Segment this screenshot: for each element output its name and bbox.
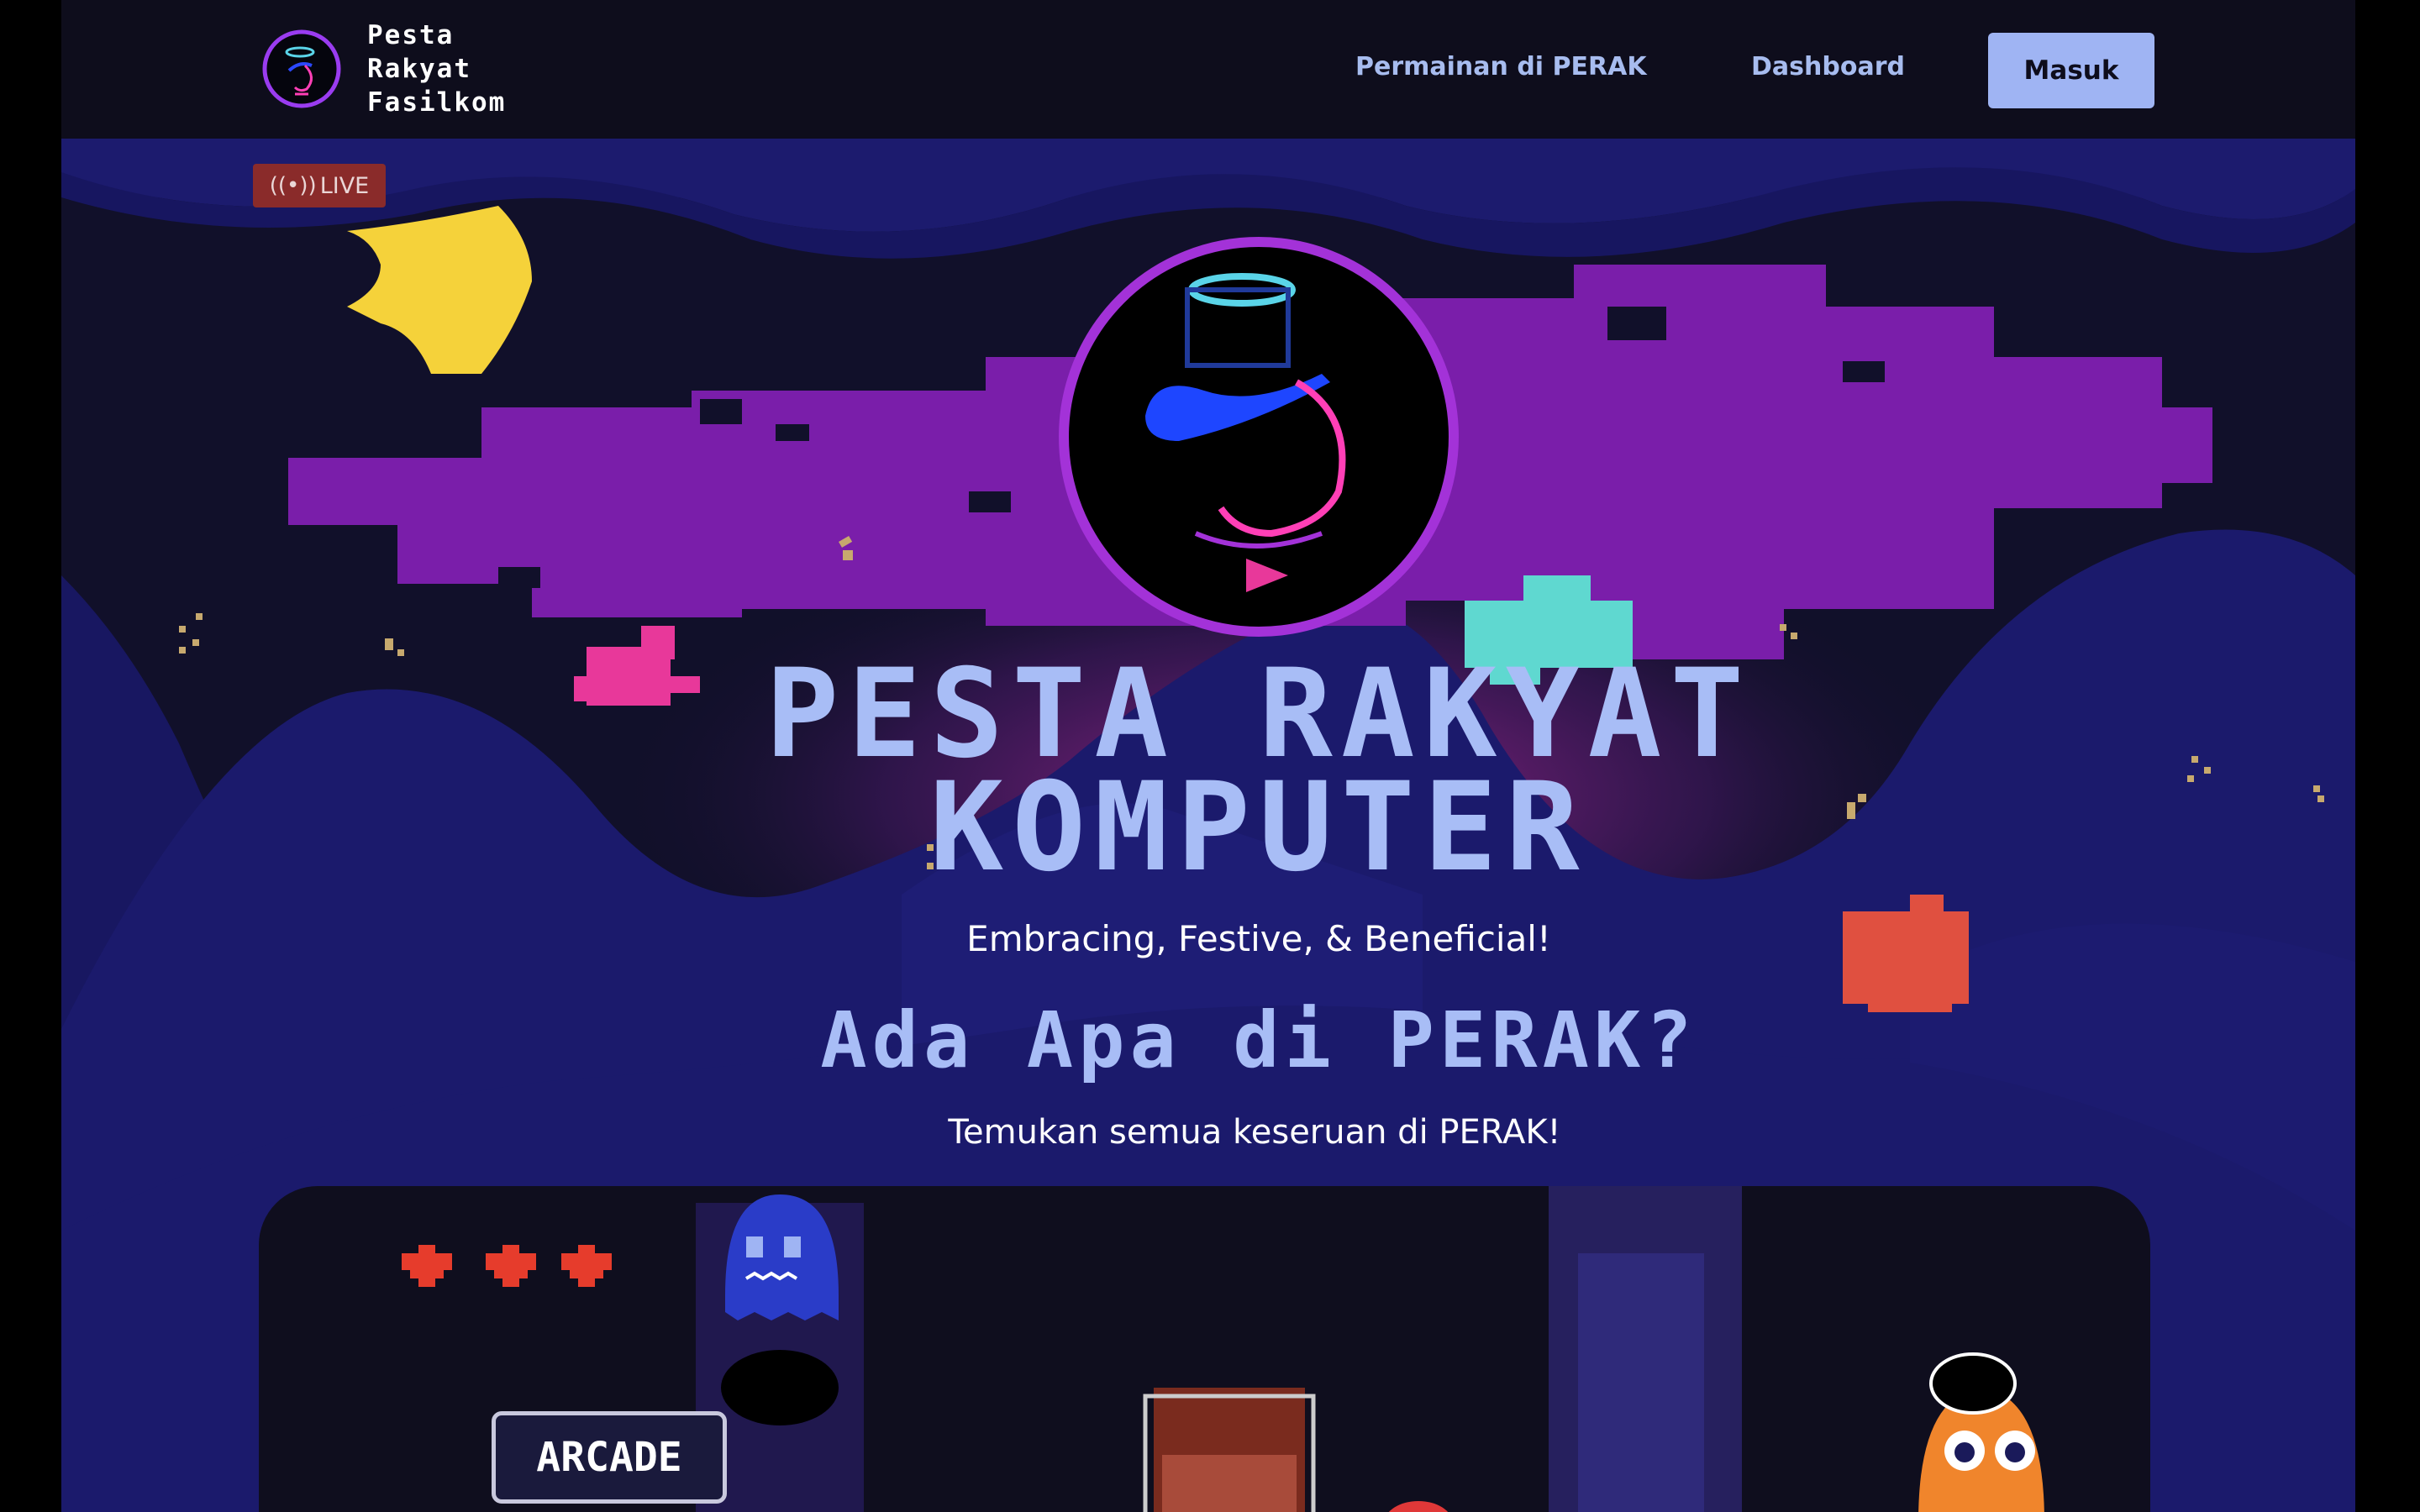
hero-title: PESTA RAKYAT KOMPUTER xyxy=(61,643,2355,899)
hero-title-line-2: KOMPUTER xyxy=(929,756,1588,899)
navbar: Pesta Rakyat Fasilkom Permainan di PERAK… xyxy=(61,0,2355,139)
lives-hearts xyxy=(402,1245,612,1287)
nav-link-games[interactable]: Permainan di PERAK xyxy=(1355,52,1647,81)
brand-line-3: Fasilkom xyxy=(367,87,507,118)
live-label: LIVE xyxy=(319,172,370,199)
hero-title-line-1: PESTA RAKYAT xyxy=(765,643,1753,785)
hero-tagline: Embracing, Festive, & Beneficial! xyxy=(966,918,1551,959)
nav-link-dashboard[interactable]: Dashboard xyxy=(1751,52,1905,81)
games-card: ARCADE xyxy=(259,1186,2150,1512)
brand-line-1: Pesta xyxy=(367,20,455,50)
heart-icon xyxy=(561,1245,612,1287)
heart-icon xyxy=(486,1245,536,1287)
brand-name[interactable]: Pesta Rakyat Fasilkom xyxy=(367,18,506,119)
pixel-moon xyxy=(347,206,532,374)
login-button[interactable]: Masuk xyxy=(1988,33,2154,108)
hero-logo-emblem xyxy=(1059,237,1459,637)
live-badge[interactable]: ((•)) LIVE xyxy=(253,164,386,207)
arcade-badge[interactable]: ARCADE xyxy=(492,1411,727,1504)
section-title: Ada Apa di PERAK? xyxy=(820,995,1697,1085)
section-subtitle: Temukan semua keseruan di PERAK! xyxy=(948,1113,1561,1152)
heart-icon xyxy=(402,1245,452,1287)
brand-line-2: Rakyat xyxy=(367,54,471,84)
page-frame: Pesta Rakyat Fasilkom Permainan di PERAK… xyxy=(61,0,2355,1512)
perak-logo-icon[interactable] xyxy=(261,29,342,109)
broadcast-icon: ((•)) xyxy=(269,173,317,198)
